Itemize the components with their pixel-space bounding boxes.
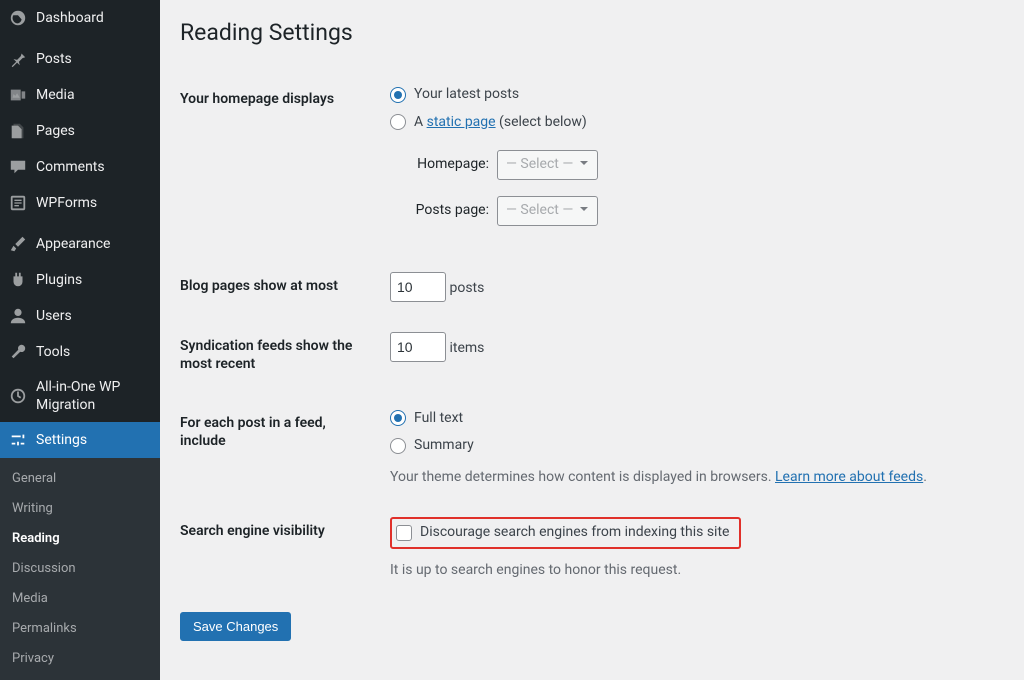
sidebar-item-label: Plugins bbox=[36, 271, 82, 289]
sidebar-item-label: Users bbox=[36, 307, 72, 325]
save-changes-button[interactable]: Save Changes bbox=[180, 612, 291, 641]
radio-label-latest: Your latest posts bbox=[414, 85, 519, 105]
sidebar-item-wpforms[interactable]: WPForms bbox=[0, 185, 160, 221]
sidebar-item-label: Dashboard bbox=[36, 9, 104, 27]
sidebar-item-label: Media bbox=[36, 86, 75, 104]
highlight-annotation: Discourage search engines from indexing … bbox=[390, 517, 741, 549]
radio-full-text[interactable]: Full text bbox=[390, 409, 994, 429]
radio-latest-posts[interactable]: Your latest posts bbox=[390, 85, 994, 105]
syndication-label: Syndication feeds show the most recent bbox=[180, 317, 380, 393]
sidebar-item-label: Pages bbox=[36, 122, 75, 140]
sidebar-item-tools[interactable]: Tools bbox=[0, 334, 160, 370]
sidebar-item-migration[interactable]: All-in-One WP Migration bbox=[0, 370, 160, 422]
syndication-unit: items bbox=[449, 340, 484, 356]
sidebar-item-appearance[interactable]: Appearance bbox=[0, 226, 160, 262]
sidebar-item-label: Tools bbox=[36, 343, 70, 361]
sidebar-item-label: All-in-One WP Migration bbox=[36, 378, 152, 414]
sidebar-item-users[interactable]: Users bbox=[0, 298, 160, 334]
radio-label-summary: Summary bbox=[414, 436, 474, 456]
sidebar-item-pages[interactable]: Pages bbox=[0, 113, 160, 149]
dashboard-icon bbox=[8, 8, 28, 28]
sub-item-permalinks[interactable]: Permalinks bbox=[0, 614, 160, 644]
pages-icon bbox=[8, 121, 28, 141]
sub-item-general[interactable]: General bbox=[0, 464, 160, 494]
migration-icon bbox=[8, 386, 28, 406]
media-icon bbox=[8, 85, 28, 105]
checkbox-label-discourage: Discourage search engines from indexing … bbox=[420, 523, 729, 543]
sub-item-privacy[interactable]: Privacy bbox=[0, 644, 160, 674]
checkbox-input-discourage[interactable] bbox=[396, 525, 412, 541]
chevron-down-icon bbox=[579, 155, 589, 175]
content-area: Reading Settings Your homepage displays … bbox=[160, 0, 1024, 650]
blog-pages-unit: posts bbox=[449, 280, 484, 296]
sidebar-item-comments[interactable]: Comments bbox=[0, 149, 160, 185]
radio-label-full: Full text bbox=[414, 409, 463, 429]
posts-page-select[interactable]: — Select — bbox=[497, 196, 598, 226]
feed-include-label: For each post in a feed, include bbox=[180, 394, 380, 503]
search-visibility-label: Search engine visibility bbox=[180, 502, 380, 595]
admin-sidebar: Dashboard Posts Media Pages Comments bbox=[0, 0, 160, 650]
sub-item-media[interactable]: Media bbox=[0, 584, 160, 614]
syndication-input[interactable] bbox=[390, 332, 446, 362]
search-visibility-description: It is up to search engines to honor this… bbox=[390, 561, 994, 581]
blog-pages-label: Blog pages show at most bbox=[180, 257, 380, 317]
sidebar-item-media[interactable]: Media bbox=[0, 77, 160, 113]
radio-input-full[interactable] bbox=[390, 410, 406, 426]
radio-static-page[interactable]: A static page (select below) bbox=[390, 113, 994, 133]
feed-include-description: Your theme determines how content is dis… bbox=[390, 468, 994, 488]
blog-pages-input[interactable] bbox=[390, 272, 446, 302]
sidebar-item-plugins[interactable]: Plugins bbox=[0, 262, 160, 298]
radio-summary[interactable]: Summary bbox=[390, 436, 994, 456]
pin-icon bbox=[8, 49, 28, 69]
sub-item-reading[interactable]: Reading bbox=[0, 524, 160, 554]
sidebar-item-settings[interactable]: Settings bbox=[0, 422, 160, 458]
sidebar-item-label: Comments bbox=[36, 158, 105, 176]
sliders-icon bbox=[8, 430, 28, 450]
select-placeholder: — Select — bbox=[506, 201, 573, 221]
radio-input-static[interactable] bbox=[390, 114, 406, 130]
brush-icon bbox=[8, 234, 28, 254]
sub-item-writing[interactable]: Writing bbox=[0, 494, 160, 524]
sidebar-item-dashboard[interactable]: Dashboard bbox=[0, 0, 160, 36]
sidebar-item-label: Appearance bbox=[36, 235, 110, 253]
static-page-link[interactable]: static page bbox=[427, 114, 496, 130]
sidebar-item-label: WPForms bbox=[36, 194, 97, 212]
wrench-icon bbox=[8, 342, 28, 362]
learn-more-feeds-link[interactable]: Learn more about feeds bbox=[775, 469, 923, 485]
settings-submenu: General Writing Reading Discussion Media… bbox=[0, 458, 160, 680]
radio-label-static: A static page (select below) bbox=[414, 113, 587, 133]
sub-item-discussion[interactable]: Discussion bbox=[0, 554, 160, 584]
comments-icon bbox=[8, 157, 28, 177]
sidebar-item-posts[interactable]: Posts bbox=[0, 41, 160, 77]
select-placeholder: — Select — bbox=[506, 155, 573, 175]
homepage-displays-label: Your homepage displays bbox=[180, 70, 380, 257]
user-icon bbox=[8, 306, 28, 326]
sidebar-item-label: Settings bbox=[36, 431, 87, 449]
homepage-select[interactable]: — Select — bbox=[497, 150, 598, 180]
checkbox-discourage-search[interactable]: Discourage search engines from indexing … bbox=[396, 523, 729, 543]
page-title: Reading Settings bbox=[180, 10, 1004, 50]
radio-input-latest[interactable] bbox=[390, 87, 406, 103]
radio-input-summary[interactable] bbox=[390, 438, 406, 454]
posts-page-select-label: Posts page: bbox=[412, 201, 497, 221]
sidebar-item-label: Posts bbox=[36, 50, 72, 68]
plug-icon bbox=[8, 270, 28, 290]
wpforms-icon bbox=[8, 193, 28, 213]
homepage-select-label: Homepage: bbox=[412, 155, 497, 175]
chevron-down-icon bbox=[579, 201, 589, 221]
